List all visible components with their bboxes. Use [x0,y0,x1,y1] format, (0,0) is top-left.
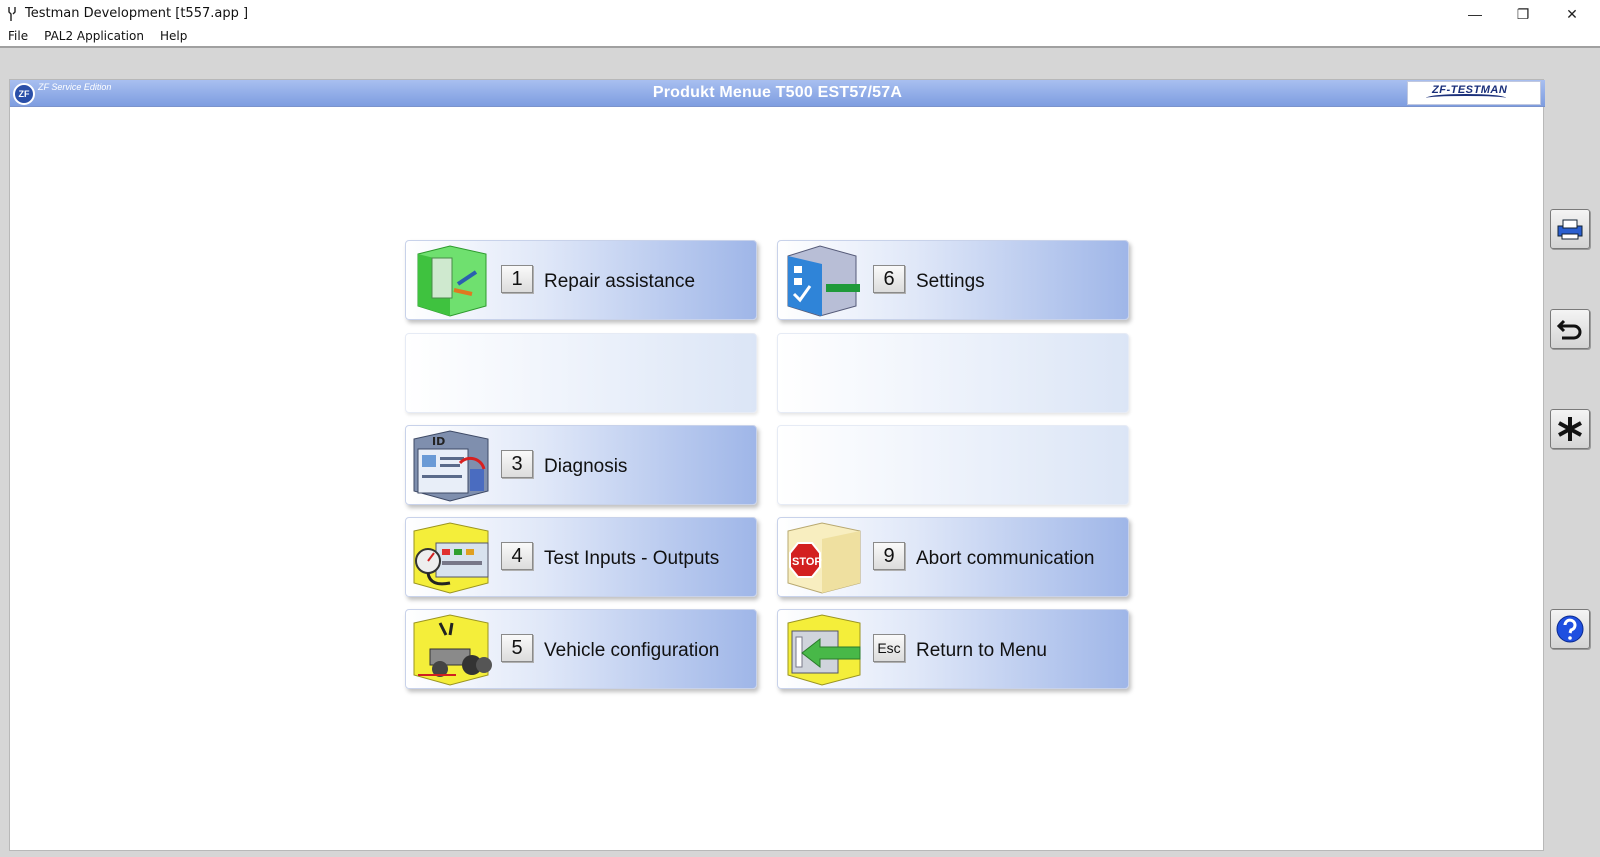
menu-pal2-application[interactable]: PAL2 Application [44,29,144,43]
tool-icon [6,6,20,22]
key-9: 9 [873,542,905,570]
stop-text: STOP [792,556,822,568]
undo-button[interactable] [1550,309,1590,349]
print-button[interactable] [1550,209,1590,249]
diagnosis-icon: ID [410,429,494,503]
tile-label: Settings [916,271,985,292]
asterisk-button[interactable] [1550,409,1590,449]
stop-icon: STOP [782,521,866,595]
minimize-button[interactable]: — [1452,0,1498,28]
undo-icon [1556,317,1584,341]
tile-repair-assistance[interactable]: 1 Repair assistance [405,240,757,320]
tile-settings[interactable]: 6 Settings [777,240,1129,320]
key-4: 4 [501,542,533,570]
menu-bar: File PAL2 Application Help [0,26,1600,46]
tile-empty [777,425,1129,505]
tile-abort-communication[interactable]: STOP 9 Abort communication [777,517,1129,597]
tile-label: Vehicle configuration [544,640,720,661]
maximize-button[interactable]: ❐ [1500,0,1546,28]
key-esc: Esc [873,634,905,662]
tile-label: Diagnosis [544,456,628,477]
print-icon [1555,217,1585,241]
svg-text:ID: ID [432,435,445,448]
product-menu-panel: ZF ZF Service Edition Produkt Menue T500… [9,79,1545,851]
tile-return-to-menu[interactable]: Esc Return to Menu [777,609,1129,689]
key-3: 3 [501,450,533,478]
menu-file[interactable]: File [8,29,28,43]
tile-test-inputs-outputs[interactable]: 4 Test Inputs - Outputs [405,517,757,597]
help-button[interactable] [1550,609,1590,649]
tile-label: Test Inputs - Outputs [544,548,720,569]
panel-header: ZF ZF Service Edition Produkt Menue T500… [10,80,1545,107]
tile-vehicle-configuration[interactable]: 5 Vehicle configuration [405,609,757,689]
tile-label: Repair assistance [544,271,696,292]
window-titlebar: Testman Development [t557.app ] — ❐ ✕ [0,0,1600,28]
swoosh-icon [1426,94,1506,102]
window-title: Testman Development [t557.app ] [25,6,249,21]
tile-empty [777,333,1129,413]
help-icon [1555,614,1585,644]
zf-testman-logo: ZF-TESTMAN [1407,81,1541,105]
key-1: 1 [501,265,533,293]
tile-empty [405,333,757,413]
close-button[interactable]: ✕ [1549,0,1595,28]
tile-diagnosis[interactable]: ID 3 Diagnosis [405,425,757,505]
settings-icon [782,244,866,318]
test-io-icon [410,521,494,595]
key-5: 5 [501,634,533,662]
page-title: Produkt Menue T500 EST57/57A [652,84,903,101]
vehicle-configuration-icon [410,613,494,687]
return-menu-icon [782,613,866,687]
tile-label: Return to Menu [916,640,1047,661]
asterisk-icon [1556,415,1584,443]
menu-help[interactable]: Help [160,29,187,43]
key-6: 6 [873,265,905,293]
repair-assistance-icon [410,244,494,318]
tile-label: Abort communication [916,548,1095,569]
